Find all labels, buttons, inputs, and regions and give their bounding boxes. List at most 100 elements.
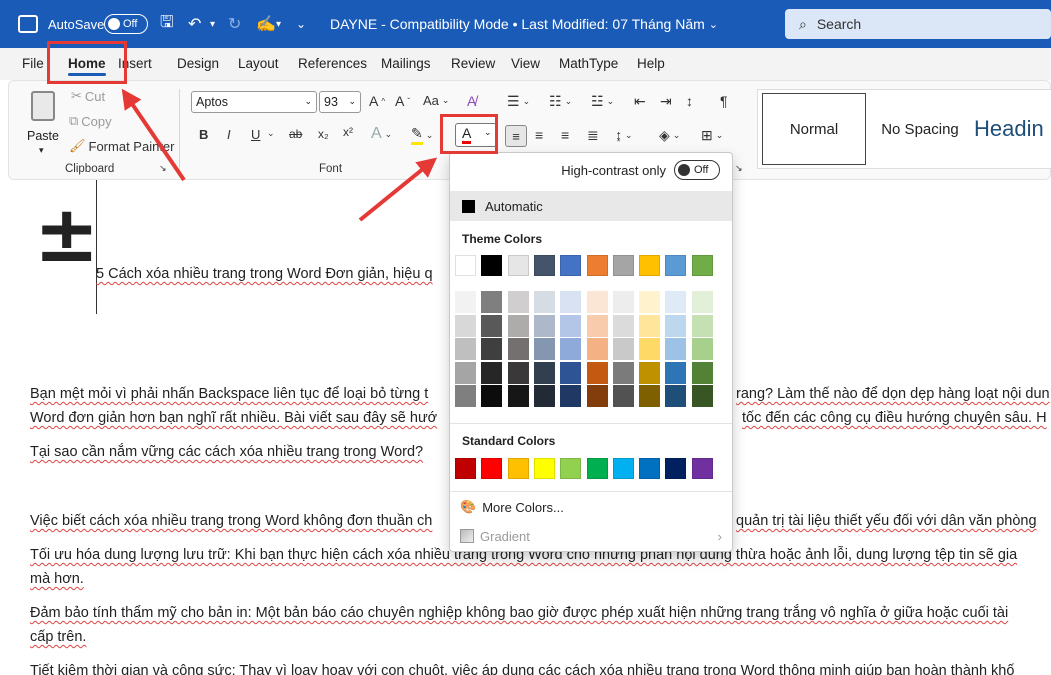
grow-font-icon[interactable]: A ^ [369,93,385,109]
theme-shade-swatch[interactable] [560,361,582,384]
theme-shade-swatch[interactable] [586,314,608,337]
theme-shade-swatch[interactable] [533,361,555,384]
theme-shade-swatch[interactable] [560,338,582,360]
theme-shade-swatch[interactable] [560,385,582,407]
borders-icon[interactable]: ⊞ ⌄ [701,127,723,144]
theme-shade-swatch[interactable] [481,291,503,313]
tab-view[interactable]: View [511,56,540,71]
shrink-font-icon[interactable]: Aˇ [395,93,410,109]
theme-color-swatch[interactable] [533,255,555,276]
standard-color-swatch[interactable] [691,458,713,479]
tab-design[interactable]: Design [177,56,219,71]
theme-color-swatch[interactable] [586,255,608,276]
document-title[interactable]: DAYNE - Compatibility Mode • Last Modifi… [330,0,718,48]
high-contrast-toggle[interactable]: Off [674,160,720,180]
style-heading[interactable]: Headin [974,93,1051,165]
theme-shade-swatch[interactable] [691,361,713,384]
theme-shade-swatch[interactable] [691,291,713,313]
cut-button[interactable]: ✂ Cut [71,88,105,104]
subscript-button[interactable]: x₂ [318,127,329,141]
theme-shade-swatch[interactable] [507,361,529,384]
theme-shade-swatch[interactable] [612,291,634,313]
standard-color-swatch[interactable] [612,458,634,479]
theme-shade-swatch[interactable] [455,361,476,384]
undo-dropdown-icon[interactable]: ▾ [210,0,215,48]
tab-help[interactable]: Help [637,56,665,71]
chevron-down-icon[interactable]: ⌄ [267,128,275,139]
theme-shade-swatch[interactable] [612,314,634,337]
style-no-spacing[interactable]: No Spacing [872,93,968,165]
align-right-icon[interactable]: ≡ [561,127,569,143]
paste-button[interactable]: Paste ▾ [25,89,61,159]
multilevel-list-icon[interactable]: ☳ ⌄ [591,93,614,110]
theme-shade-swatch[interactable] [481,385,503,407]
theme-shade-swatch[interactable] [507,385,529,407]
font-size-dropdown[interactable]: 93 ⌄ [319,91,361,113]
customize-toolbar-icon[interactable]: ⌄ [296,0,306,48]
theme-shade-swatch[interactable] [612,338,634,360]
theme-shade-swatch[interactable] [586,385,608,407]
standard-color-swatch[interactable] [481,458,503,479]
theme-shade-swatch[interactable] [691,385,713,407]
strikethrough-button[interactable]: ab [289,127,302,141]
theme-shade-swatch[interactable] [639,338,661,360]
bullets-icon[interactable]: ☰ ⌄ [507,93,530,110]
search-box[interactable]: ⌕ Search [785,9,1051,39]
underline-button[interactable]: U [251,127,260,142]
theme-shade-swatch[interactable] [560,291,582,313]
italic-button[interactable]: I [227,127,231,142]
tab-mailings[interactable]: Mailings [381,56,431,71]
standard-color-swatch[interactable] [665,458,687,479]
change-case-icon[interactable]: Aa ⌄ [423,93,449,108]
text-effects-icon[interactable]: A ⌄ [371,125,392,143]
align-center-icon[interactable]: ≡ [535,127,543,143]
font-name-dropdown[interactable]: Aptos ⌄ [191,91,317,113]
theme-shade-swatch[interactable] [455,385,476,407]
clipboard-launcher-icon[interactable]: ↘ [159,163,167,174]
theme-shade-swatch[interactable] [665,338,687,360]
standard-color-swatch[interactable] [560,458,582,479]
tab-review[interactable]: Review [451,56,495,71]
theme-shade-swatch[interactable] [665,361,687,384]
theme-shade-swatch[interactable] [481,314,503,337]
tab-mathtype[interactable]: MathType [559,56,618,71]
superscript-button[interactable]: x² [343,125,353,139]
theme-shade-swatch[interactable] [533,385,555,407]
numbering-icon[interactable]: ☷ ⌄ [549,93,572,110]
theme-shade-swatch[interactable] [455,291,476,313]
standard-color-swatch[interactable] [455,458,476,479]
theme-shade-swatch[interactable] [586,338,608,360]
theme-shade-swatch[interactable] [665,385,687,407]
automatic-option[interactable]: Automatic [450,191,732,221]
theme-shade-swatch[interactable] [560,314,582,337]
theme-shade-swatch[interactable] [691,338,713,360]
increase-indent-icon[interactable]: ⇥ [660,93,672,110]
standard-color-swatch[interactable] [507,458,529,479]
more-colors-option[interactable]: 🎨 More Colors... [450,495,732,519]
theme-shade-swatch[interactable] [665,314,687,337]
justify-icon[interactable]: ≣ [587,127,599,144]
theme-shade-swatch[interactable] [455,338,476,360]
theme-shade-swatch[interactable] [455,314,476,337]
theme-shade-swatch[interactable] [533,338,555,360]
theme-shade-swatch[interactable] [507,314,529,337]
paragraph-launcher-icon[interactable]: ↘ [735,163,743,174]
theme-shade-swatch[interactable] [639,385,661,407]
theme-color-swatch[interactable] [455,255,476,276]
highlight-icon[interactable]: ✎ ⌄ [411,125,433,145]
decrease-indent-icon[interactable]: ⇤ [634,93,646,110]
theme-shade-swatch[interactable] [612,361,634,384]
touch-mode-icon[interactable]: ✍ [256,0,276,48]
touch-mode-dropdown-icon[interactable]: ▾ [276,0,281,48]
line-spacing-icon[interactable]: ↨ ⌄ [615,127,633,143]
copy-button[interactable]: ⧉ Copy [69,113,112,129]
theme-shade-swatch[interactable] [481,361,503,384]
theme-color-swatch[interactable] [691,255,713,276]
pilcrow-icon[interactable]: ¶ [720,93,728,109]
theme-shade-swatch[interactable] [586,361,608,384]
theme-shade-swatch[interactable] [691,314,713,337]
theme-shade-swatch[interactable] [533,291,555,313]
tab-layout[interactable]: Layout [238,56,279,71]
bold-button[interactable]: B [199,127,208,142]
sort-icon[interactable]: ↕ [686,93,693,109]
